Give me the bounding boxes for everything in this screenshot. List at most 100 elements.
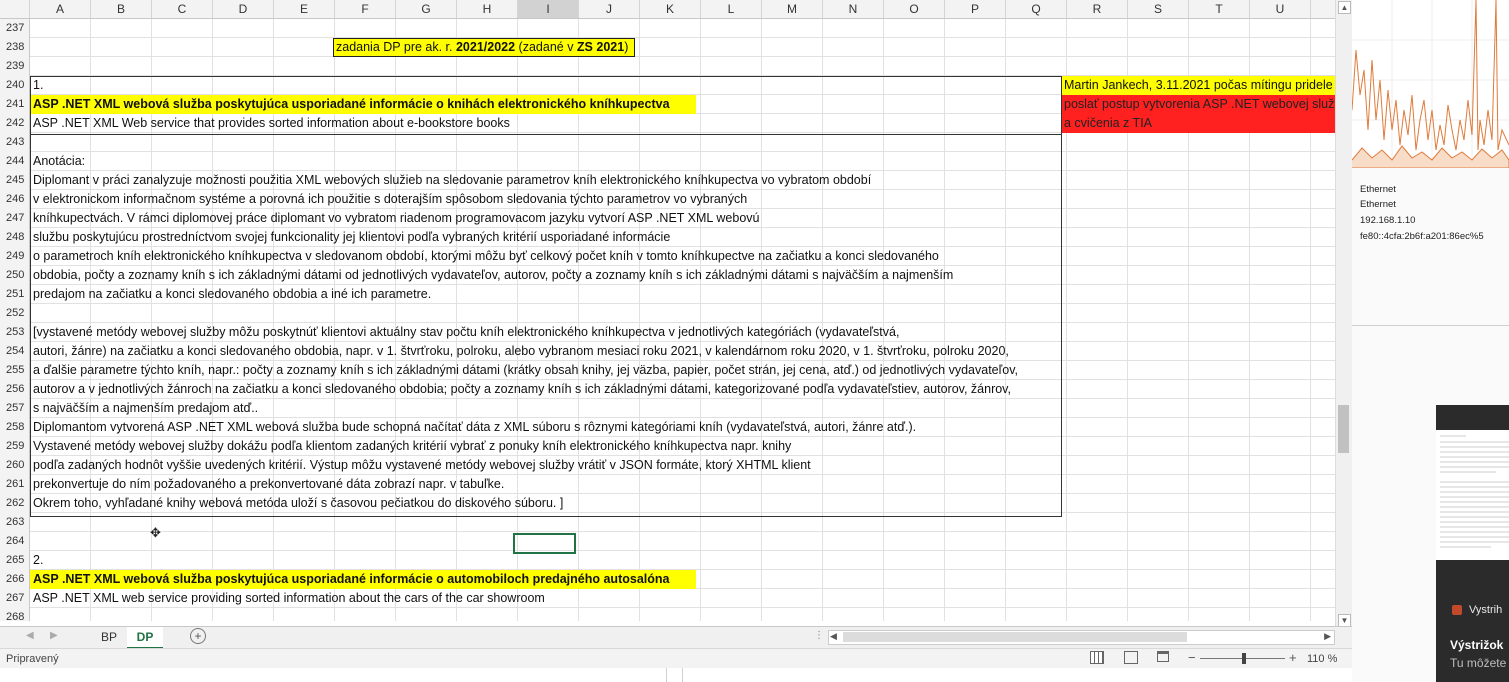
add-sheet-icon[interactable]: + — [190, 628, 206, 644]
tab-dp[interactable]: DP — [127, 627, 163, 649]
row-number[interactable]: 258 — [0, 418, 30, 437]
row-number[interactable]: 259 — [0, 437, 30, 456]
column-header-m[interactable]: M — [762, 0, 823, 18]
side-note-line1[interactable]: Martin Jankech, 3.11.2021 počas mítingu … — [1062, 76, 1336, 95]
select-all-corner[interactable] — [0, 0, 30, 18]
page-layout-icon[interactable] — [1124, 651, 1138, 664]
sheet-row: 237 — [0, 19, 1335, 38]
zoom-slider[interactable] — [1200, 653, 1285, 664]
side-note-line2[interactable]: poslať postup vytvorenia ASP .NET webove… — [1062, 95, 1336, 114]
row-cells[interactable] — [30, 608, 1335, 621]
row-number[interactable]: 257 — [0, 399, 30, 418]
normal-view-icon[interactable] — [1090, 651, 1104, 664]
column-header-b[interactable]: B — [91, 0, 152, 18]
column-header-p[interactable]: P — [945, 0, 1006, 18]
column-header-f[interactable]: F — [335, 0, 396, 18]
tab-nav-right-icon[interactable]: ▶ — [50, 630, 58, 641]
row-number[interactable]: 247 — [0, 209, 30, 228]
row-number[interactable]: 244 — [0, 152, 30, 171]
row-number[interactable]: 265 — [0, 551, 30, 570]
column-header-e[interactable]: E — [274, 0, 335, 18]
sheet-grid[interactable]: 237 238 239 240 1. 241 ASP .NET XML webová slu… — [0, 19, 1352, 621]
header-mid: (zadané v — [515, 40, 577, 54]
horizontal-scrollbar[interactable]: ◀ ▶ — [828, 630, 1335, 645]
column-header-j[interactable]: J — [579, 0, 640, 18]
row-number[interactable]: 252 — [0, 304, 30, 323]
column-header-k[interactable]: K — [640, 0, 701, 18]
column-header-h[interactable]: H — [457, 0, 518, 18]
tab-bp[interactable]: BP — [92, 627, 126, 647]
vertical-scrollbar[interactable]: ▲ ▼ — [1335, 0, 1352, 628]
row-number[interactable]: 261 — [0, 475, 30, 494]
row-number[interactable]: 267 — [0, 589, 30, 608]
page-break-icon[interactable] — [1157, 651, 1169, 662]
hscroll-thumb[interactable] — [843, 632, 1187, 642]
row-number[interactable]: 241 — [0, 95, 30, 114]
net-label-2: Ethernet — [1360, 199, 1396, 210]
row-cells[interactable] — [30, 532, 1335, 551]
row-cells[interactable] — [30, 551, 1335, 570]
row-number[interactable]: 253 — [0, 323, 30, 342]
row-number[interactable]: 254 — [0, 342, 30, 361]
column-header-l[interactable]: L — [701, 0, 762, 18]
net-ip: 192.168.1.10 — [1360, 215, 1416, 226]
tab-nav-left-icon[interactable]: ◀ — [26, 630, 34, 641]
zoom-slider-thumb[interactable] — [1242, 653, 1246, 664]
hscroll-right-arrow[interactable]: ▶ — [1324, 631, 1331, 642]
row-number[interactable]: 239 — [0, 57, 30, 76]
hscroll-left-arrow[interactable]: ◀ — [830, 631, 837, 642]
row-number[interactable]: 251 — [0, 285, 30, 304]
scroll-up-arrow[interactable]: ▲ — [1338, 1, 1351, 14]
row-number[interactable]: 243 — [0, 133, 30, 152]
column-header-a[interactable]: A — [30, 0, 91, 18]
row-number[interactable]: 245 — [0, 171, 30, 190]
side-note-line3[interactable]: a cvičenia z TIA — [1062, 114, 1336, 133]
header-cell-text[interactable]: zadania DP pre ak. r. 2021/2022 (zadané … — [336, 38, 628, 57]
header-term: ZS 2021 — [576, 40, 625, 54]
row-number[interactable]: 242 — [0, 114, 30, 133]
bottom-divider-right — [682, 668, 683, 682]
row-number[interactable]: 262 — [0, 494, 30, 513]
row-number[interactable]: 264 — [0, 532, 30, 551]
row-cells[interactable] — [30, 38, 1335, 57]
zoom-level[interactable]: 110 % — [1307, 653, 1337, 665]
cell-text[interactable]: ASP .NET XML web service providing sorte… — [31, 589, 545, 608]
status-bar: Pripravený − + 110 % — [0, 648, 1352, 668]
tab-split-icon[interactable]: ⋮ — [814, 630, 824, 641]
column-header-u[interactable]: U — [1250, 0, 1311, 18]
column-header-n[interactable]: N — [823, 0, 884, 18]
scroll-thumb[interactable] — [1338, 405, 1349, 453]
row-number[interactable]: 260 — [0, 456, 30, 475]
sheet-row: 267 ASP .NET XML web service providing so… — [0, 589, 1335, 608]
row-cells[interactable] — [30, 19, 1335, 38]
column-header-c[interactable]: C — [152, 0, 213, 18]
column-header-q[interactable]: Q — [1006, 0, 1067, 18]
column-header-g[interactable]: G — [396, 0, 457, 18]
column-header-d[interactable]: D — [213, 0, 274, 18]
row-number[interactable]: 237 — [0, 19, 30, 38]
column-header-o[interactable]: O — [884, 0, 945, 18]
row-number[interactable]: 256 — [0, 380, 30, 399]
active-cell[interactable] — [513, 533, 576, 554]
row-number[interactable]: 255 — [0, 361, 30, 380]
sheet-row: 238 — [0, 38, 1335, 57]
row-number[interactable]: 248 — [0, 228, 30, 247]
zoom-out-icon[interactable]: − — [1188, 650, 1196, 665]
column-header-bar: ABCDEFGHIJKLMNOPQRSTU — [0, 0, 1352, 19]
row-number[interactable]: 266 — [0, 570, 30, 589]
cell-text[interactable]: ASP .NET XML webová služba poskytujúca u… — [31, 570, 669, 589]
row-number[interactable]: 250 — [0, 266, 30, 285]
row-number[interactable]: 263 — [0, 513, 30, 532]
row-cells[interactable] — [30, 57, 1335, 76]
row-number[interactable]: 249 — [0, 247, 30, 266]
column-header-r[interactable]: R — [1067, 0, 1128, 18]
column-header-t[interactable]: T — [1189, 0, 1250, 18]
column-header-i[interactable]: I — [518, 0, 579, 18]
row-number[interactable]: 240 — [0, 76, 30, 95]
column-header-s[interactable]: S — [1128, 0, 1189, 18]
row-number[interactable]: 246 — [0, 190, 30, 209]
zoom-in-icon[interactable]: + — [1289, 650, 1297, 665]
cell-text[interactable]: 2. — [31, 551, 43, 570]
row-number[interactable]: 268 — [0, 608, 30, 621]
row-number[interactable]: 238 — [0, 38, 30, 57]
